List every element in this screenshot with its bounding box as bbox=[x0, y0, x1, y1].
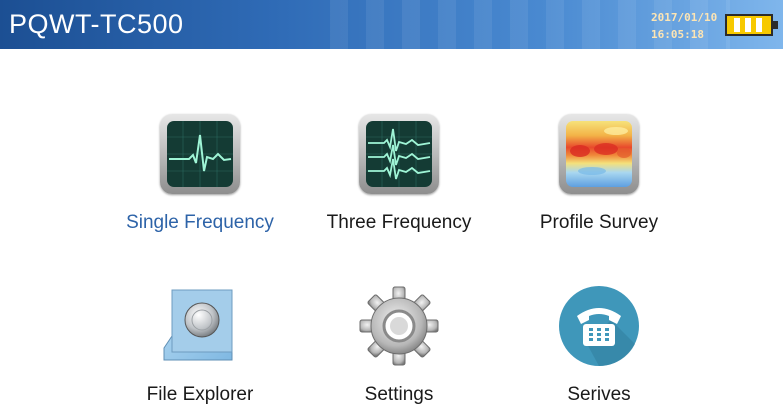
battery-icon bbox=[725, 14, 778, 36]
triple-waveform-monitor-icon bbox=[359, 114, 439, 194]
menu-item-label: Single Frequency bbox=[126, 212, 274, 233]
date-time-display: 2017/01/10 16:05:18 bbox=[651, 9, 717, 43]
menu-item-profile-survey[interactable]: Profile Survey bbox=[519, 114, 679, 234]
gear-icon bbox=[359, 286, 439, 366]
title-bar: PQWT-TC500 2017/01/10 16:05:18 bbox=[0, 0, 783, 49]
telephone-icon bbox=[559, 286, 639, 367]
menu-item-serives[interactable]: Serives bbox=[519, 286, 679, 406]
menu-item-label: Three Frequency bbox=[326, 212, 472, 233]
menu-item-file-explorer[interactable]: File Explorer bbox=[120, 286, 280, 406]
app-title: PQWT-TC500 bbox=[9, 9, 184, 39]
menu-item-label: File Explorer bbox=[146, 384, 254, 405]
time-text: 16:05:18 bbox=[651, 28, 704, 41]
single-waveform-monitor-icon bbox=[160, 114, 240, 194]
menu-item-single-frequency[interactable]: Single Frequency bbox=[120, 114, 280, 234]
menu-item-label: Serives bbox=[567, 384, 631, 405]
menu-item-three-frequency[interactable]: Three Frequency bbox=[319, 114, 479, 234]
heatmap-profile-icon bbox=[559, 114, 639, 194]
menu-item-settings[interactable]: Settings bbox=[319, 286, 479, 406]
file-explorer-icon bbox=[160, 286, 240, 366]
date-text: 2017/01/10 bbox=[651, 11, 718, 24]
menu-item-label: Settings bbox=[364, 384, 434, 405]
menu-item-label: Profile Survey bbox=[539, 212, 659, 233]
